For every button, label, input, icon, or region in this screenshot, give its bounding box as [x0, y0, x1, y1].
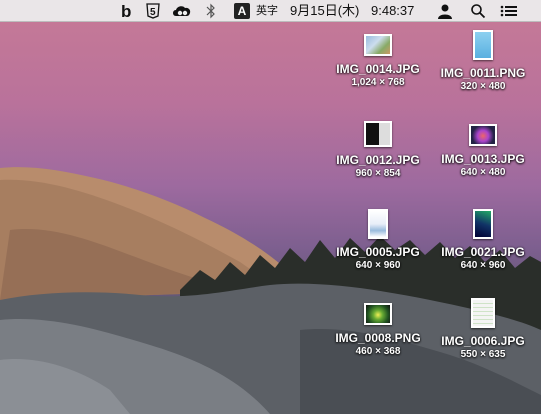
file-name: IMG_0008.PNG [335, 331, 421, 345]
image-thumbnail [364, 303, 392, 325]
file-name: IMG_0011.PNG [440, 66, 526, 80]
menubar-date[interactable]: 9月15日(木) [290, 0, 359, 22]
desktop-file-icon[interactable]: IMG_0014.JPG 1,024 × 768 [328, 34, 428, 88]
notification-center-icon[interactable] [500, 3, 518, 19]
desktop-file-icon[interactable]: IMG_0005.JPG 640 × 960 [328, 209, 428, 271]
image-thumbnail [473, 30, 493, 60]
image-thumbnail [364, 34, 392, 56]
file-name: IMG_0021.JPG [441, 245, 525, 259]
spotlight-search-icon[interactable] [470, 3, 486, 19]
desktop-file-icon[interactable]: IMG_0008.PNG 460 × 368 [328, 303, 428, 357]
file-dimensions: 960 × 854 [355, 168, 401, 179]
file-dimensions: 640 × 960 [460, 260, 506, 271]
image-thumbnail [473, 209, 493, 239]
svg-text:5: 5 [150, 7, 156, 18]
desktop-file-icon[interactable]: IMG_0021.JPG 640 × 960 [433, 209, 533, 271]
desktop-file-icon[interactable]: IMG_0006.JPG 550 × 635 [433, 298, 533, 360]
desktop-file-icon[interactable]: IMG_0013.JPG 640 × 480 [433, 124, 533, 178]
image-thumbnail [471, 298, 495, 328]
file-dimensions: 460 × 368 [355, 346, 401, 357]
creative-cloud-icon[interactable] [171, 3, 193, 19]
input-source-letter: A [237, 4, 247, 18]
b-app-icon[interactable]: b [120, 2, 134, 21]
bluetooth-icon[interactable] [205, 3, 217, 19]
desktop-file-icon[interactable]: IMG_0011.PNG 320 × 480 [433, 30, 533, 92]
file-name: IMG_0014.JPG [336, 62, 420, 76]
file-dimensions: 320 × 480 [460, 81, 506, 92]
file-name: IMG_0006.JPG [441, 334, 525, 348]
desktop-file-icon[interactable]: IMG_0012.JPG 960 × 854 [328, 121, 428, 179]
user-icon[interactable] [437, 3, 453, 19]
image-thumbnail [364, 121, 392, 147]
image-thumbnail [368, 209, 388, 239]
file-name: IMG_0012.JPG [336, 153, 420, 167]
file-dimensions: 550 × 635 [460, 349, 506, 360]
input-source-icon[interactable]: A [234, 3, 250, 19]
image-thumbnail [469, 124, 497, 146]
menubar-clock[interactable]: 9:48:37 [371, 0, 414, 22]
menu-bar: b 5 A 英字 9月15日(木) 9:48:37 [0, 0, 541, 22]
file-dimensions: 640 × 960 [355, 260, 401, 271]
file-dimensions: 640 × 480 [460, 167, 506, 178]
svg-text:b: b [121, 3, 131, 19]
file-name: IMG_0005.JPG [336, 245, 420, 259]
five-app-icon[interactable]: 5 [145, 3, 161, 19]
file-name: IMG_0013.JPG [441, 152, 525, 166]
input-mode-label[interactable]: 英字 [256, 0, 278, 22]
file-dimensions: 1,024 × 768 [351, 77, 405, 88]
